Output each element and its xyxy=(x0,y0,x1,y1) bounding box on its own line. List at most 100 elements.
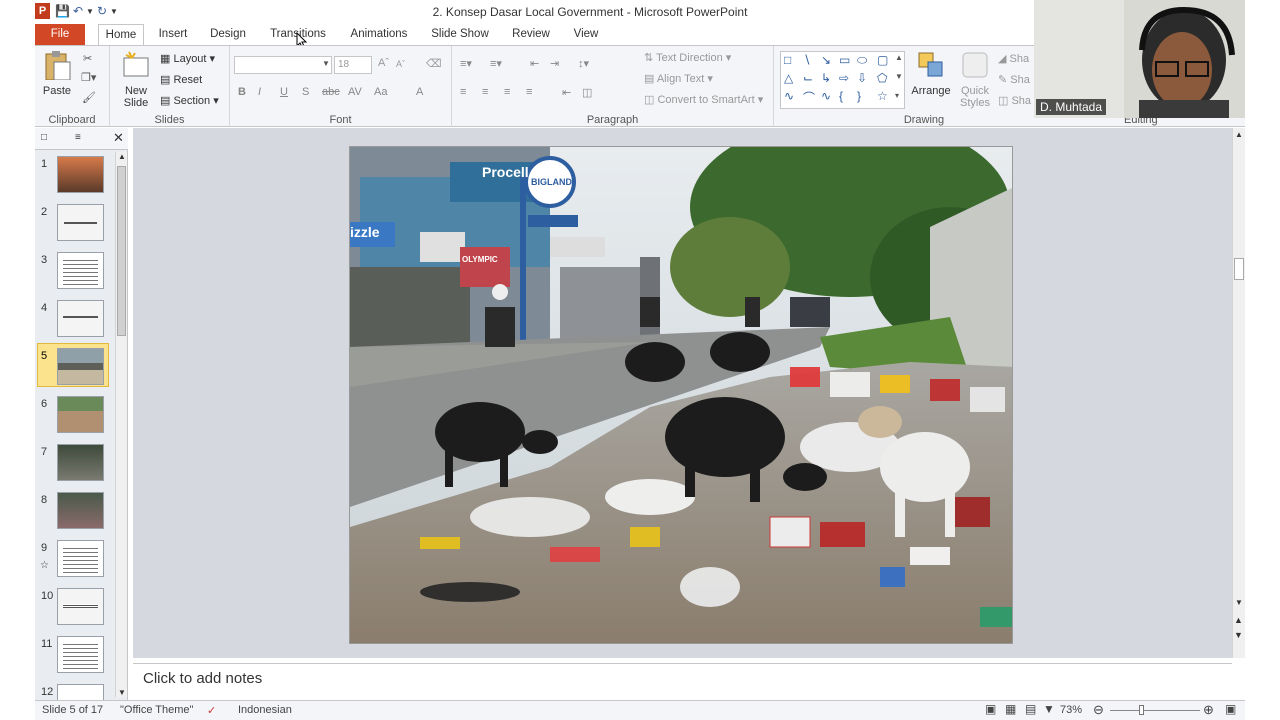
paste-button[interactable]: Paste xyxy=(39,50,75,97)
slide-thumbnail[interactable]: 9 ☆ xyxy=(35,538,115,584)
oval-shape-icon[interactable]: ⬭ xyxy=(857,53,867,68)
shape-effects-button[interactable]: ◫ Sha xyxy=(998,94,1031,107)
slide-thumbnail[interactable]: 4 xyxy=(35,298,115,344)
rectangle-shape-icon[interactable]: ▭ xyxy=(839,53,850,67)
gallery-up-icon[interactable]: ▲ xyxy=(895,53,903,62)
grow-font-icon[interactable]: Aˆ xyxy=(378,57,389,69)
close-panel-icon[interactable]: ✕ xyxy=(113,130,124,146)
elbow-arrow-icon[interactable]: ↳ xyxy=(821,71,831,85)
line-spacing-icon[interactable]: ↕▾ xyxy=(578,57,589,70)
zoom-in-icon[interactable]: ⊕ xyxy=(1203,702,1214,718)
scroll-up-icon[interactable]: ▲ xyxy=(1235,130,1243,139)
increase-indent-icon[interactable]: ⇥ xyxy=(550,57,559,70)
character-spacing-icon[interactable]: AV xyxy=(348,86,362,98)
align-left-icon[interactable]: ≡ xyxy=(460,86,466,98)
scrollbar-thumb[interactable] xyxy=(1234,258,1244,280)
slide-thumbnail[interactable]: 11 xyxy=(35,634,115,680)
right-brace-icon[interactable]: } xyxy=(857,89,861,103)
tab-home[interactable]: Home xyxy=(98,24,144,47)
slides-tab-icon[interactable]: □ xyxy=(41,132,47,143)
text-direction-button[interactable]: ⇅ Text Direction ▾ xyxy=(644,51,731,64)
section-button[interactable]: ▤ Section ▾ xyxy=(160,94,219,107)
slide-area-scrollbar[interactable]: ▲ ▼ ▲ ▼ xyxy=(1232,128,1245,658)
quick-styles-button[interactable]: Quick Styles xyxy=(956,50,994,109)
fit-to-window-icon[interactable]: ▣ xyxy=(1225,702,1236,716)
italic-icon[interactable]: I xyxy=(258,86,261,98)
next-slide-icon[interactable]: ▼ xyxy=(1234,630,1243,640)
zoom-out-icon[interactable]: ⊖ xyxy=(1093,702,1104,718)
star-shape-icon[interactable]: ☆ xyxy=(877,89,888,103)
elbow-connector-icon[interactable]: ⌙ xyxy=(803,71,813,85)
numbering-icon[interactable]: ≡▾ xyxy=(490,57,502,70)
zoom-slider-thumb[interactable] xyxy=(1139,705,1144,715)
arrow-shape-icon[interactable]: ↘ xyxy=(821,53,831,67)
language[interactable]: Indonesian xyxy=(238,704,292,716)
layout-button[interactable]: ▦ Layout ▾ xyxy=(160,52,215,65)
clear-formatting-icon[interactable]: ⌫ xyxy=(426,57,442,70)
zoom-slider[interactable] xyxy=(1110,710,1200,711)
reading-view-icon[interactable]: ▤ xyxy=(1025,702,1036,716)
triangle-shape-icon[interactable]: △ xyxy=(784,71,793,85)
right-arrow-shape-icon[interactable]: ⇨ xyxy=(839,71,849,85)
copy-icon[interactable]: ❐▾ xyxy=(81,71,96,84)
reset-button[interactable]: ▤ Reset xyxy=(160,73,202,86)
tab-file[interactable]: File xyxy=(35,24,85,46)
font-color-icon[interactable]: A xyxy=(416,86,423,98)
zoom-level[interactable]: 73% xyxy=(1060,704,1082,716)
left-brace-icon[interactable]: { xyxy=(839,89,843,103)
tab-design[interactable]: Design xyxy=(207,24,249,46)
align-center-icon[interactable]: ≡ xyxy=(482,86,488,98)
rounded-rect-shape-icon[interactable]: ▢ xyxy=(877,53,888,67)
notes-pane[interactable]: Click to add notes xyxy=(133,663,1232,698)
align-text-button[interactable]: ▤ Align Text ▾ xyxy=(644,72,713,85)
format-painter-icon[interactable]: 🖌 xyxy=(82,91,96,104)
normal-view-icon[interactable]: ▣ xyxy=(985,702,996,716)
font-name-dropdown-icon[interactable]: ▼ xyxy=(322,59,330,68)
font-size-combo[interactable]: 18 xyxy=(334,56,372,74)
pentagon-shape-icon[interactable]: ⬠ xyxy=(877,71,887,85)
shape-outline-button[interactable]: ✎ Sha xyxy=(998,73,1030,86)
slide-thumbnail[interactable]: 2 xyxy=(35,202,115,248)
outline-tab-icon[interactable]: ≡ xyxy=(75,132,81,143)
slide-thumbnail[interactable]: 3 xyxy=(35,250,115,296)
slide-thumbnail[interactable]: 7 xyxy=(35,442,115,488)
tab-insert[interactable]: Insert xyxy=(153,24,193,46)
cut-icon[interactable]: ✂ xyxy=(83,52,92,65)
gallery-down-icon[interactable]: ▼ xyxy=(895,72,903,81)
bold-icon[interactable]: B xyxy=(238,86,246,98)
align-right-icon[interactable]: ≡ xyxy=(504,86,510,98)
scroll-down-icon[interactable]: ▼ xyxy=(1235,598,1243,607)
slide-thumbnail[interactable]: 10 xyxy=(35,586,115,632)
scroll-up-icon[interactable]: ▲ xyxy=(118,152,126,161)
bullets-icon[interactable]: ≡▾ xyxy=(460,57,472,70)
font-name-combo[interactable] xyxy=(234,56,332,74)
previous-slide-icon[interactable]: ▲ xyxy=(1234,615,1243,625)
current-slide[interactable]: Procell BIGLAND OLYMPIC izzle xyxy=(349,146,1013,644)
slide-thumbnail-selected[interactable]: 5 xyxy=(35,343,115,392)
down-arrow-shape-icon[interactable]: ⇩ xyxy=(857,71,867,85)
shrink-font-icon[interactable]: Aˇ xyxy=(396,59,405,69)
tab-view[interactable]: View xyxy=(571,24,601,46)
text-direction-rtl-icon[interactable]: ⇤ xyxy=(562,86,571,99)
shadow-icon[interactable]: S xyxy=(302,86,309,98)
slide-thumbnail[interactable]: 12 xyxy=(35,682,115,700)
underline-icon[interactable]: U xyxy=(280,86,288,98)
slides-panel-scrollbar[interactable]: ▲ ▼ xyxy=(115,152,127,697)
gallery-more-icon[interactable]: ▾ xyxy=(895,91,899,100)
arrange-button[interactable]: Arrange xyxy=(908,50,954,97)
shapes-gallery[interactable]: □ ∖ ↘ ▭ ⬭ ▢ △ ⌙ ↳ ⇨ ⇩ ⬠ ∿ ⌒ ∿ { } ☆ ▲ ▼ … xyxy=(780,51,905,109)
freeform-shape-icon[interactable]: ∿ xyxy=(821,89,831,103)
shape-fill-button[interactable]: ◢ Sha xyxy=(998,52,1029,65)
justify-icon[interactable]: ≡ xyxy=(526,86,532,98)
curve-shape-icon[interactable]: ∿ xyxy=(784,89,794,103)
spellcheck-icon[interactable]: ✓ xyxy=(207,704,216,717)
notes-placeholder[interactable]: Click to add notes xyxy=(143,670,262,687)
scroll-down-icon[interactable]: ▼ xyxy=(118,688,126,697)
decrease-indent-icon[interactable]: ⇤ xyxy=(530,57,539,70)
change-case-icon[interactable]: Aa xyxy=(374,86,387,98)
tab-animations[interactable]: Animations xyxy=(348,24,410,46)
convert-smartart-button[interactable]: ◫ Convert to SmartArt ▾ xyxy=(644,93,763,106)
slideshow-view-icon[interactable]: ▼ xyxy=(1043,702,1055,716)
scrollbar-thumb[interactable] xyxy=(117,166,126,336)
tab-review[interactable]: Review xyxy=(511,24,551,46)
